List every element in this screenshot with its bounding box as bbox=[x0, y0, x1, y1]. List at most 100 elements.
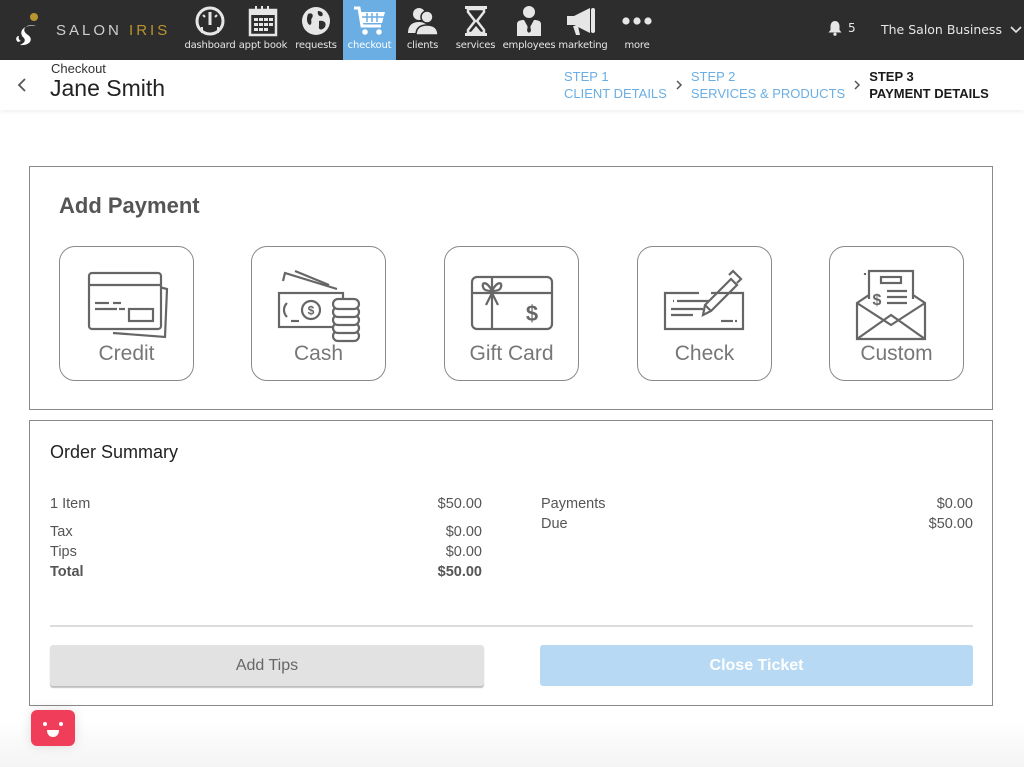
payment-label: Check bbox=[674, 342, 735, 365]
step-label: CLIENT DETAILS bbox=[564, 86, 667, 101]
tips-value: $0.00 bbox=[445, 544, 482, 560]
logo[interactable]: SALON IRIS bbox=[12, 10, 170, 50]
logo-text: SALON IRIS bbox=[56, 22, 170, 39]
client-name: Jane Smith bbox=[50, 75, 166, 101]
summary-tips-row: Tips $0.00 bbox=[50, 544, 482, 560]
nav-label: marketing bbox=[558, 40, 608, 51]
globe-icon bbox=[299, 4, 333, 38]
cart-icon bbox=[353, 4, 387, 38]
order-summary-title: Order Summary bbox=[50, 442, 179, 462]
step-number: STEP 2 bbox=[690, 69, 736, 84]
nav-employees[interactable]: employees bbox=[502, 0, 556, 60]
users-icon bbox=[406, 4, 440, 38]
employee-icon bbox=[512, 4, 546, 38]
main-nav: dashboard appt book requests checkout cl… bbox=[183, 0, 664, 60]
checkout-header: Checkout Jane Smith STEP 1 CLIENT DETAIL… bbox=[0, 60, 1024, 110]
nav-clients[interactable]: clients bbox=[396, 0, 449, 60]
tips-label: Tips bbox=[50, 544, 77, 560]
payment-label: Gift Card bbox=[469, 342, 554, 365]
logo-mark-icon bbox=[12, 10, 44, 50]
add-payment-title: Add Payment bbox=[59, 193, 200, 218]
summary-divider bbox=[50, 625, 973, 627]
summary-tax-row: Tax $0.00 bbox=[50, 524, 482, 540]
cash-icon: $ bbox=[277, 269, 361, 343]
top-nav-bar: SALON IRIS dashboard appt book requests … bbox=[0, 0, 1024, 60]
due-label: Due bbox=[541, 516, 568, 532]
brand-primary: SALON bbox=[56, 21, 122, 39]
step-services-products[interactable]: STEP 2 SERVICES & PRODUCTS bbox=[691, 68, 845, 102]
tax-label: Tax bbox=[50, 524, 73, 540]
svg-text:$: $ bbox=[525, 301, 537, 326]
step-label: SERVICES & PRODUCTS bbox=[690, 86, 846, 101]
nav-appt-book[interactable]: appt book bbox=[237, 0, 289, 60]
nav-label: dashboard bbox=[184, 40, 236, 51]
svg-text:$: $ bbox=[307, 304, 314, 318]
total-value: $50.00 bbox=[437, 564, 482, 580]
brand-secondary: IRIS bbox=[129, 21, 171, 39]
payment-cash-button[interactable]: $ Cash bbox=[251, 246, 386, 381]
summary-total-row: Total $50.00 bbox=[50, 564, 482, 580]
notifications-button[interactable]: 5 bbox=[828, 20, 856, 36]
due-value: $50.00 bbox=[928, 516, 973, 532]
business-selector[interactable]: The Salon Business bbox=[881, 22, 1022, 37]
nav-label: services bbox=[455, 40, 496, 51]
tax-value: $0.00 bbox=[445, 524, 482, 540]
payment-gift-card-button[interactable]: $ Gift Card bbox=[444, 246, 579, 381]
nav-dashboard[interactable]: dashboard bbox=[183, 0, 237, 60]
chevron-right-icon bbox=[845, 68, 869, 102]
speedometer-icon bbox=[193, 4, 227, 38]
payments-value: $0.00 bbox=[936, 496, 973, 512]
breadcrumb: Checkout bbox=[51, 61, 106, 76]
payment-custom-button[interactable]: $ Custom bbox=[829, 246, 964, 381]
summary-due-row: Due $50.00 bbox=[541, 516, 973, 532]
summary-items-row: 1 Item $50.00 bbox=[50, 496, 482, 512]
payment-label: Custom bbox=[860, 342, 933, 365]
step-payment-details[interactable]: STEP 3 PAYMENT DETAILS bbox=[869, 68, 989, 102]
add-payment-panel: Add Payment Credit $ Cash $ Gift Card Ch… bbox=[29, 166, 993, 410]
chat-widget-button[interactable] bbox=[31, 710, 75, 746]
payment-label: Cash bbox=[293, 342, 344, 365]
payments-label: Payments bbox=[541, 496, 606, 512]
items-value: $50.00 bbox=[437, 496, 482, 512]
add-tips-button[interactable]: Add Tips bbox=[50, 645, 484, 686]
bell-icon bbox=[828, 21, 842, 36]
nav-checkout[interactable]: checkout bbox=[343, 0, 396, 60]
back-button[interactable] bbox=[16, 74, 32, 96]
nav-label: more bbox=[624, 40, 650, 51]
step-client-details[interactable]: STEP 1 CLIENT DETAILS bbox=[564, 68, 667, 102]
credit-card-icon bbox=[85, 269, 169, 343]
payment-check-button[interactable]: Check bbox=[637, 246, 772, 381]
order-summary-panel: Order Summary 1 Item $50.00 Tax $0.00 Ti… bbox=[29, 420, 993, 706]
payment-label: Credit bbox=[98, 342, 155, 365]
envelope-invoice-icon: $ bbox=[855, 269, 939, 343]
nav-label: requests bbox=[295, 40, 337, 51]
step-number: STEP 3 bbox=[869, 69, 914, 84]
nav-label: checkout bbox=[347, 40, 392, 51]
notification-count: 5 bbox=[848, 21, 856, 35]
nav-label: employees bbox=[502, 40, 556, 51]
total-label: Total bbox=[50, 564, 84, 580]
hourglass-icon bbox=[459, 4, 493, 38]
checkout-steps: STEP 1 CLIENT DETAILS STEP 2 SERVICES & … bbox=[564, 68, 989, 102]
close-ticket-button[interactable]: Close Ticket bbox=[540, 645, 973, 686]
nav-label: appt book bbox=[238, 40, 288, 51]
svg-text:$: $ bbox=[872, 292, 881, 309]
check-icon bbox=[663, 269, 747, 343]
summary-payments-row: Payments $0.00 bbox=[541, 496, 973, 512]
business-name: The Salon Business bbox=[881, 22, 1002, 37]
chevron-down-icon bbox=[1010, 25, 1022, 33]
ellipsis-icon bbox=[620, 4, 654, 38]
smiley-icon bbox=[43, 722, 63, 737]
nav-more[interactable]: more bbox=[610, 0, 664, 60]
nav-services[interactable]: services bbox=[449, 0, 502, 60]
step-label: PAYMENT DETAILS bbox=[869, 86, 989, 101]
megaphone-icon bbox=[566, 4, 600, 38]
nav-label: clients bbox=[406, 40, 439, 51]
nav-requests[interactable]: requests bbox=[289, 0, 343, 60]
payment-credit-button[interactable]: Credit bbox=[59, 246, 194, 381]
gift-card-icon: $ bbox=[470, 269, 554, 343]
nav-marketing[interactable]: marketing bbox=[556, 0, 610, 60]
chevron-left-icon bbox=[17, 78, 26, 92]
items-label: 1 Item bbox=[50, 496, 91, 512]
chevron-right-icon bbox=[667, 68, 691, 102]
